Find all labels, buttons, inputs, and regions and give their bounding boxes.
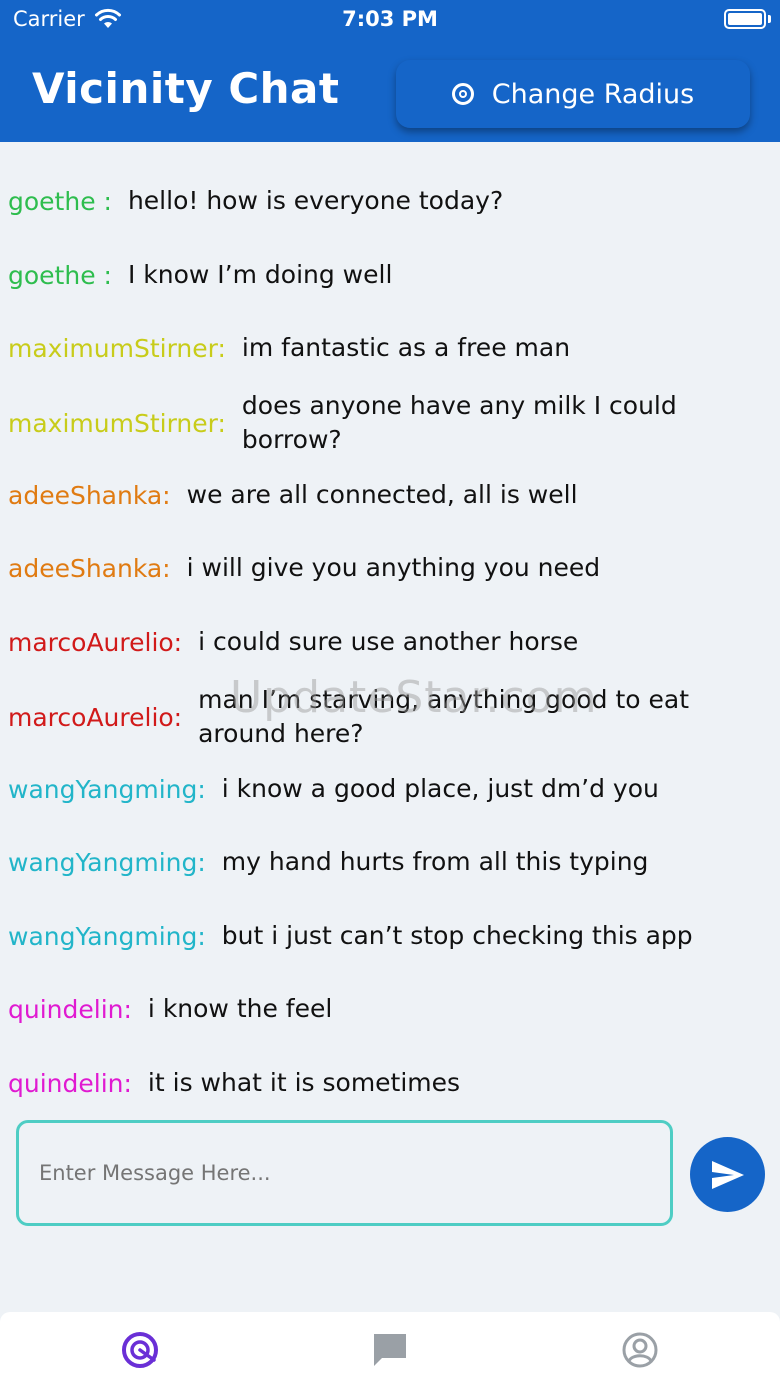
message-username[interactable]: marcoAurelio: [8, 628, 182, 657]
message-username[interactable]: marcoAurelio: [8, 703, 182, 732]
change-radius-label: Change Radius [491, 78, 695, 110]
message-row: maximumStirner: im fantastic as a free m… [8, 318, 768, 378]
message-text: my hand hurts from all this typing [221, 847, 649, 876]
chat-bubble-icon [374, 1334, 406, 1366]
message-row: adeeShanka: i will give you anything you… [8, 538, 768, 598]
message-row: wangYangming: i know a good place, just … [8, 759, 768, 819]
message-username[interactable]: adeeShanka: [8, 554, 171, 583]
message-text: we are all connected, all is well [186, 480, 578, 509]
send-icon [711, 1160, 744, 1189]
message-text: but i just can’t stop checking this app [221, 921, 693, 950]
battery-tip [768, 15, 771, 23]
message-row: adeeShanka: we are all connected, all is… [8, 465, 768, 525]
radius-icon [451, 83, 474, 105]
message-text: im fantastic as a free man [241, 333, 571, 362]
message-username[interactable]: wangYangming: [8, 848, 206, 877]
app-title: Vicinity Chat [32, 64, 340, 113]
message-username[interactable]: quindelin: [8, 1069, 132, 1098]
message-text: i know the feel [147, 994, 333, 1023]
nav-chat-tab[interactable] [368, 1328, 412, 1372]
send-button[interactable] [690, 1137, 765, 1212]
nav-profile-tab[interactable] [618, 1328, 662, 1372]
nav-radar-tab[interactable] [118, 1328, 162, 1372]
message-username[interactable]: wangYangming: [8, 922, 206, 951]
bottom-navigation [0, 1312, 780, 1387]
message-row: wangYangming: my hand hurts from all thi… [8, 832, 768, 892]
message-row: quindelin: i know the feel [8, 979, 768, 1039]
message-row: goethe : I know I’m doing well [8, 245, 768, 305]
message-row: maximumStirner: does anyone have any mil… [8, 391, 768, 455]
message-text: i know a good place, just dm’d you [221, 774, 659, 803]
message-username[interactable]: goethe : [8, 187, 112, 216]
message-text: it is what it is sometimes [147, 1068, 461, 1097]
message-username[interactable]: quindelin: [8, 995, 132, 1024]
message-username[interactable]: maximumStirner: [8, 334, 226, 363]
message-row: marcoAurelio: i could sure use another h… [8, 612, 768, 672]
message-row: goethe : hello! how is everyone today? [8, 171, 768, 231]
change-radius-button[interactable]: Change Radius [396, 60, 750, 128]
message-text: hello! how is everyone today? [127, 186, 504, 215]
message-username[interactable]: maximumStirner: [8, 409, 226, 438]
status-bar: Carrier 7:03 PM [0, 0, 780, 40]
app-header: Carrier 7:03 PM Vicinity Chat Change Rad… [0, 0, 780, 142]
radar-icon [122, 1332, 158, 1368]
profile-icon [622, 1332, 658, 1368]
message-text: does anyone have any milk I could borrow… [241, 391, 677, 454]
battery-icon [724, 9, 766, 29]
message-text: I know I’m doing well [127, 260, 393, 289]
message-username[interactable]: adeeShanka: [8, 481, 171, 510]
clock: 7:03 PM [342, 7, 438, 31]
message-text: man I’m starving, anything good to eat a… [198, 685, 690, 748]
message-row: marcoAurelio: man I’m starving, anything… [8, 685, 768, 749]
message-username[interactable]: wangYangming: [8, 775, 206, 804]
message-input[interactable] [16, 1120, 673, 1226]
message-row: quindelin: it is what it is sometimes [8, 1053, 768, 1113]
message-text: i will give you anything you need [186, 553, 601, 582]
message-username[interactable]: goethe : [8, 261, 112, 290]
message-row: wangYangming: but i just can’t stop chec… [8, 906, 768, 966]
message-text: i could sure use another horse [198, 627, 579, 656]
